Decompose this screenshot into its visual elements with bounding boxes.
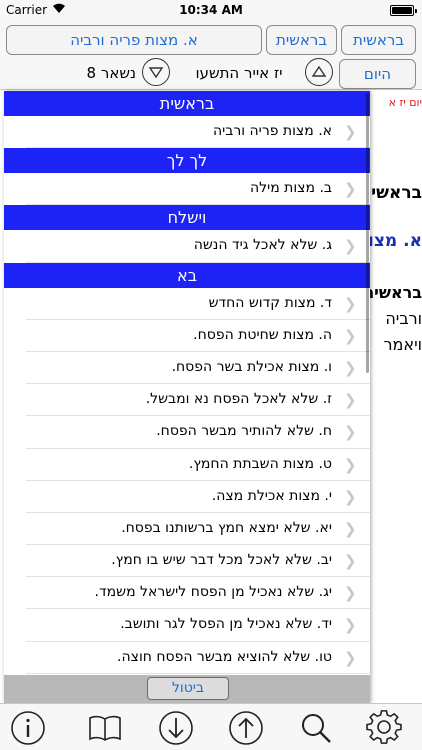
info-icon[interactable]	[10, 710, 46, 746]
list-item-label: יג. שלא נאכיל מן הפסח לישראל משמד.	[94, 584, 332, 601]
section-header: בא	[4, 262, 370, 288]
list-item-label: יד. שלא נאכיל מן הפסל לגר ותושב.	[120, 616, 332, 633]
list-item-label: ח. שלא להותיר מבשר הפסח.	[156, 423, 332, 440]
battery-icon	[390, 5, 417, 16]
cancel-button[interactable]: ביטול	[147, 677, 229, 700]
list-item-label: ד. מצות קדוש החדש	[208, 294, 332, 311]
list-item-label: טו. שלא להוציא מבשר הפסח חוצה.	[117, 648, 332, 665]
list-item[interactable]: ❯ יא. שלא ימצא חמץ ברשותנו בפסח.	[26, 513, 370, 546]
list-item[interactable]: ❯ ט. מצות השבתת החמץ.	[26, 449, 370, 481]
chevron-right-icon: ❯	[344, 237, 357, 256]
chevron-right-icon: ❯	[344, 487, 357, 506]
chevron-right-icon: ❯	[344, 648, 357, 667]
search-icon[interactable]	[298, 710, 334, 746]
list-item-label: ה. מצות שחיטת הפסח.	[193, 326, 332, 343]
book-icon[interactable]	[87, 710, 123, 746]
chevron-right-icon: ❯	[344, 455, 357, 474]
chevron-right-icon: ❯	[344, 519, 357, 538]
content-text-line: בראשית	[370, 283, 422, 302]
chevron-right-icon: ❯	[344, 423, 357, 442]
list-item-label: ז. שלא לאכל הפסח נא ומבשל.	[145, 391, 332, 408]
scroll-indicator	[366, 93, 369, 373]
list-item[interactable]: ❯ יב. שלא לאכל מכל דבר שיש בו חמץ.	[26, 545, 370, 578]
chevron-right-icon: ❯	[344, 584, 357, 603]
chevron-right-icon: ❯	[344, 616, 357, 635]
list-item[interactable]: ❯ א. מצות פריה ורביה	[26, 116, 370, 149]
next-day-button[interactable]	[142, 58, 170, 86]
chevron-right-icon: ❯	[344, 294, 357, 313]
list-item[interactable]: ❯ ח. שלא להותיר מבשר הפסח.	[26, 416, 370, 449]
chevron-right-icon: ❯	[344, 180, 357, 199]
mitzvah-list[interactable]: בראשית ❯ א. מצות פריה ורביה לך לך ❯ ב. מצות מ…	[4, 91, 370, 675]
list-item-label: ג. שלא לאכל גיד הנשה	[193, 237, 332, 254]
content-view: יום יז א בראשית א. מצות בראשית ורביה ויא…	[370, 91, 422, 703]
list-item[interactable]: ❯ ג. שלא לאכל גיד הנשה	[26, 230, 370, 263]
section-header: בראשית	[4, 91, 370, 116]
chevron-right-icon: ❯	[344, 326, 357, 345]
mitzvah-picker: בראשית ❯ א. מצות פריה ורביה לך לך ❯ ב. מצות מ…	[4, 91, 370, 703]
list-item[interactable]: ❯ ד. מצות קדוש החדש	[26, 288, 370, 320]
status-bar: Carrier 10:34 AM	[0, 0, 422, 20]
list-item[interactable]: ❯ י. מצות אכילת מצה.	[26, 481, 370, 513]
gear-icon[interactable]	[366, 710, 402, 746]
list-item[interactable]: ❯ יד. שלא נאכיל מן הפסל לגר ותושב.	[26, 609, 370, 642]
list-item-label: ו. מצות אכילת בשר הפסח.	[171, 358, 332, 375]
top-nav: א. מצות פריה ורביה בראשית בראשית נשאר 8 …	[0, 20, 422, 90]
list-item-label: א. מצות פריה ורביה	[213, 123, 332, 139]
list-item[interactable]: ❯ ב. מצות מילה	[26, 173, 370, 206]
chevron-right-icon: ❯	[344, 123, 357, 141]
chevron-right-icon: ❯	[344, 391, 357, 410]
list-item[interactable]: ❯ ז. שלא לאכל הפסח נא ומבשל.	[26, 384, 370, 417]
prev-day-button[interactable]	[305, 58, 333, 86]
list-item-label: ב. מצות מילה	[249, 180, 332, 197]
list-item[interactable]: ❯ ו. מצות אכילת בשר הפסח.	[26, 352, 370, 385]
remaining-count: נשאר 8	[86, 64, 136, 82]
section-header: וישלח	[4, 205, 370, 231]
date-row: נשאר 8 יז אייר התשעו	[0, 56, 336, 90]
list-item-label: יא. שלא ימצא חמץ ברשותנו בפסח.	[121, 519, 332, 536]
parasha-button[interactable]: בראשית	[266, 25, 337, 55]
picker-footer: ביטול	[4, 675, 370, 703]
arrow-down-icon[interactable]	[158, 710, 194, 746]
list-item[interactable]: ❯ ה. מצות שחיטת הפסח.	[26, 320, 370, 352]
today-button[interactable]: היום	[339, 59, 416, 89]
list-item[interactable]: ❯ טו. שלא להוציא מבשר הפסח חוצה.	[26, 642, 370, 674]
book-button[interactable]: בראשית	[341, 25, 416, 55]
list-item-label: ט. מצות השבתת החמץ.	[188, 455, 332, 472]
section-header: לך לך	[4, 148, 370, 174]
bottom-toolbar	[0, 703, 422, 750]
content-text-line: ורביה	[385, 309, 422, 328]
chevron-right-icon: ❯	[344, 358, 357, 377]
list-item[interactable]: ❯ יג. שלא נאכיל מן הפסח לישראל משמד.	[26, 577, 370, 610]
triangle-up-icon	[311, 65, 327, 77]
date-header-text: יום יז א	[388, 96, 422, 109]
mitzvah-heading: א. מצות	[370, 231, 422, 251]
list-item-label: י. מצות אכילת מצה.	[211, 487, 332, 504]
chevron-right-icon: ❯	[344, 552, 357, 571]
triangle-down-icon	[148, 67, 164, 79]
hebrew-date: יז אייר התשעו	[195, 64, 283, 82]
book-heading: בראשית	[370, 183, 422, 203]
current-mitzvah-button[interactable]: א. מצות פריה ורביה	[6, 25, 262, 55]
list-item-label: יב. שלא לאכל מכל דבר שיש בו חמץ.	[111, 552, 332, 569]
status-time: 10:34 AM	[179, 3, 243, 17]
content-text-line: ויאמר	[383, 335, 422, 354]
arrow-up-icon[interactable]	[228, 710, 264, 746]
